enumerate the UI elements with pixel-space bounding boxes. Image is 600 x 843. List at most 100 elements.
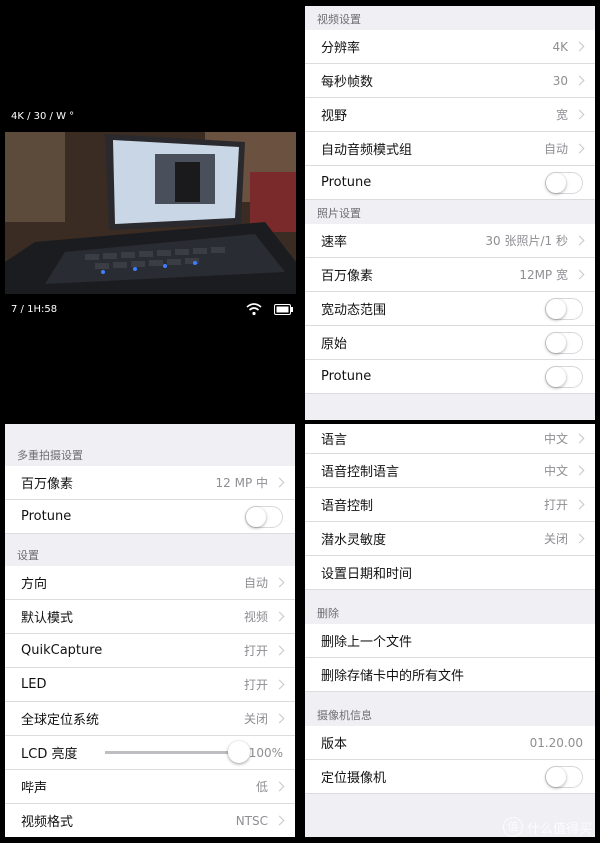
- row-value: 宽: [555, 108, 568, 122]
- row-label: Protune: [321, 175, 372, 190]
- slider-knob[interactable]: [227, 741, 250, 763]
- general-datetime-row[interactable]: 设置日期和时间: [305, 556, 595, 590]
- settings-default-mode-row[interactable]: 默认模式 视频: [5, 600, 295, 634]
- camera-version-row: 版本 01.20.00: [305, 726, 595, 760]
- camera-mode-info: 4K / 30 / W °: [11, 111, 75, 122]
- photo-protune-toggle[interactable]: [545, 365, 583, 388]
- row-value: 中文: [543, 432, 568, 446]
- row-value: 关闭: [543, 532, 568, 546]
- multishot-protune-row: Protune: [5, 500, 295, 534]
- video-protune-toggle[interactable]: [545, 171, 583, 194]
- general-dive-sensitivity-row[interactable]: 潜水灵敏度 关闭: [305, 522, 595, 556]
- row-value: 12MP 宽: [519, 268, 568, 282]
- chevron-right-icon: [574, 235, 585, 246]
- row-value: 低: [255, 780, 268, 794]
- photo-raw-row: 原始: [305, 326, 595, 360]
- row-label: 自动音频模式组: [321, 143, 413, 158]
- locate-camera-toggle[interactable]: [545, 765, 583, 788]
- row-label: LCD 亮度: [21, 747, 78, 762]
- video-fov-row[interactable]: 视野 宽: [305, 98, 595, 132]
- chevron-right-icon: [274, 781, 285, 792]
- row-value: 30: [552, 73, 568, 88]
- multishot-megapixel-row[interactable]: 百万像素 12 MP 中: [5, 466, 295, 500]
- camera-scene-image: [5, 132, 296, 294]
- video-protune-row: Protune: [305, 166, 595, 200]
- settings-led-row[interactable]: LED 打开: [5, 668, 295, 702]
- row-label: 定位摄像机: [321, 771, 387, 786]
- general-language-row[interactable]: 语言 中文: [305, 424, 595, 454]
- row-label: 全球定位系统: [21, 713, 100, 728]
- settings-video-format-row[interactable]: 视频格式 NTSC: [5, 804, 295, 837]
- row-value: 中文: [543, 464, 568, 478]
- watermark: 值 什么值得买: [502, 817, 592, 837]
- photo-rate-row[interactable]: 速率 30 张照片/1 秒: [305, 224, 595, 258]
- row-label: QuikCapture: [21, 643, 103, 658]
- row-value: 视频: [243, 610, 268, 624]
- photo-wdr-toggle[interactable]: [545, 297, 583, 320]
- row-value: 打开: [243, 678, 268, 692]
- chevron-right-icon: [274, 713, 285, 724]
- delete-all-files-row[interactable]: 删除存储卡中的所有文件: [305, 658, 595, 692]
- settings-lcd-brightness-row: LCD 亮度 100%: [5, 736, 295, 770]
- general-settings-panel: 语言 中文 语音控制语言 中文 语音控制 打开 潜水灵敏度 关闭 设置日期和时间…: [305, 424, 595, 837]
- row-value: 打开: [243, 644, 268, 658]
- chevron-right-icon: [574, 465, 585, 476]
- chevron-right-icon: [274, 679, 285, 690]
- locate-camera-row: 定位摄像机: [305, 760, 595, 794]
- settings-gps-row[interactable]: 全球定位系统 关闭: [5, 702, 295, 736]
- row-label: 每秒帧数: [321, 75, 374, 90]
- row-value: 打开: [543, 498, 568, 512]
- video-audio-mode-row[interactable]: 自动音频模式组 自动: [305, 132, 595, 166]
- video-fps-row[interactable]: 每秒帧数 30: [305, 64, 595, 98]
- row-label: 删除上一个文件: [321, 635, 413, 650]
- general-voice-language-row[interactable]: 语音控制语言 中文: [305, 454, 595, 488]
- camera-preview-panel: 4K / 30 / W ° 7 / 1H:58: [0, 0, 301, 420]
- delete-last-file-row[interactable]: 删除上一个文件: [305, 624, 595, 658]
- chevron-right-icon: [574, 499, 585, 510]
- chevron-right-icon: [574, 433, 585, 444]
- multishot-settings-header: 多重拍摄设置: [17, 449, 83, 462]
- camera-live-view: [5, 132, 296, 294]
- photo-wdr-row: 宽动态范围: [305, 292, 595, 326]
- row-label: 哔声: [21, 781, 48, 796]
- chevron-right-icon: [574, 75, 585, 86]
- chevron-right-icon: [574, 533, 585, 544]
- settings-orientation-row[interactable]: 方向 自动: [5, 566, 295, 600]
- chevron-right-icon: [274, 611, 285, 622]
- row-label: 百万像素: [21, 477, 74, 492]
- row-label: 删除存储卡中的所有文件: [321, 669, 465, 684]
- row-value: 12 MP 中: [215, 476, 269, 490]
- camera-status-info: 7 / 1H:58: [11, 304, 58, 315]
- row-label: 分辨率: [321, 41, 361, 56]
- settings-quikcapture-row[interactable]: QuikCapture 打开: [5, 634, 295, 668]
- watermark-logo: 值: [502, 817, 523, 837]
- lcd-brightness-slider[interactable]: [105, 741, 250, 763]
- photo-raw-toggle[interactable]: [545, 331, 583, 354]
- row-value: 自动: [543, 142, 568, 156]
- chevron-right-icon: [574, 109, 585, 120]
- photo-megapixel-row[interactable]: 百万像素 12MP 宽: [305, 258, 595, 292]
- video-resolution-row[interactable]: 分辨率 4K: [305, 30, 595, 64]
- general-voice-control-row[interactable]: 语音控制 打开: [305, 488, 595, 522]
- row-label: Protune: [321, 369, 372, 384]
- camera-info-header: 摄像机信息: [317, 709, 372, 722]
- row-value: 4K: [552, 39, 568, 54]
- multishot-protune-toggle[interactable]: [245, 505, 283, 528]
- row-label: Protune: [21, 509, 72, 524]
- settings-beep-row[interactable]: 哔声 低: [5, 770, 295, 804]
- row-label: 版本: [321, 737, 348, 752]
- row-value: 01.20.00: [529, 735, 583, 750]
- delete-header: 删除: [317, 607, 339, 620]
- multishot-settings-panel: 多重拍摄设置 百万像素 12 MP 中 Protune 设置 方向 自动 默认模…: [5, 424, 295, 837]
- chevron-right-icon: [574, 269, 585, 280]
- row-value: 100%: [248, 745, 283, 760]
- chevron-right-icon: [274, 577, 285, 588]
- chevron-right-icon: [574, 143, 585, 154]
- row-label: 语言: [321, 433, 348, 448]
- chevron-right-icon: [274, 815, 285, 826]
- chevron-right-icon: [274, 645, 285, 656]
- row-label: 语音控制语言: [321, 465, 400, 480]
- row-label: 视野: [321, 109, 348, 124]
- slider-fill: [105, 751, 239, 754]
- video-photo-settings-panel: 视频设置 分辨率 4K 每秒帧数 30 视野 宽 自动音频模式组 自动 Prot…: [305, 6, 595, 420]
